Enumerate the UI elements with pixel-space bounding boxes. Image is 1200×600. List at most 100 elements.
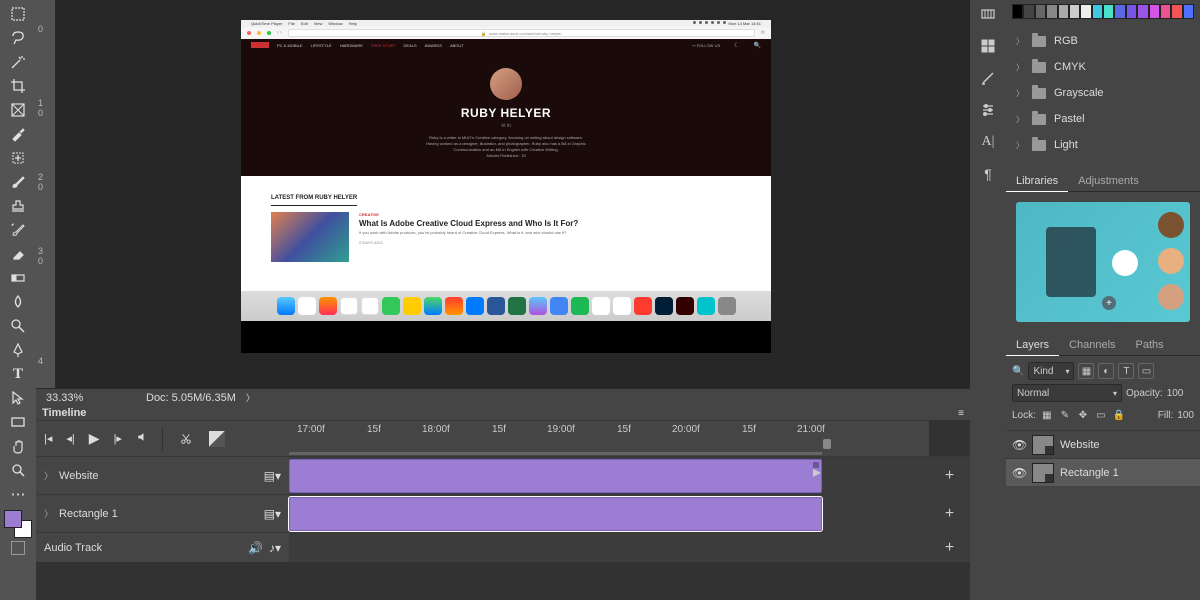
swatch-group[interactable]: 〉Pastel <box>1006 106 1200 132</box>
filter-adjust-icon[interactable]: ◐ <box>1098 363 1114 379</box>
swatch[interactable] <box>1103 4 1114 19</box>
expand-track-icon[interactable]: 〉 <box>44 469 53 482</box>
track-menu-icon[interactable]: ▤▾ <box>264 469 281 483</box>
expand-track-icon[interactable]: 〉 <box>44 507 53 520</box>
playhead[interactable] <box>823 439 831 449</box>
swatch[interactable] <box>1023 4 1034 19</box>
timeline-menu-icon[interactable]: ≡ <box>958 408 964 419</box>
video-clip[interactable] <box>289 497 822 531</box>
quick-mask-toggle[interactable] <box>4 538 32 558</box>
opacity-value[interactable]: 100 <box>1167 388 1184 399</box>
color-picker[interactable] <box>4 510 32 538</box>
tab-libraries[interactable]: Libraries <box>1006 171 1068 192</box>
eraser-tool[interactable] <box>4 242 32 266</box>
swatch[interactable] <box>1149 4 1160 19</box>
lock-artboard-icon[interactable]: ▭ <box>1094 408 1108 422</box>
swatch[interactable] <box>1171 4 1182 19</box>
swatch-group[interactable]: 〉CMYK <box>1006 54 1200 80</box>
add-audio-button[interactable]: + <box>929 533 970 562</box>
go-to-first-frame-button[interactable]: |◂ <box>44 432 52 445</box>
doc-info-chevron-icon[interactable]: 〉 <box>246 391 255 404</box>
wand-tool[interactable] <box>4 50 32 74</box>
timeline-ruler[interactable]: 17:00f 15f 18:00f 15f 19:00f 15f 20:00f … <box>289 420 929 456</box>
crop-tool[interactable] <box>4 74 32 98</box>
swatch[interactable] <box>1069 4 1080 19</box>
color-panel-icon[interactable] <box>978 4 998 24</box>
zoom-tool[interactable] <box>4 458 32 482</box>
library-thumbnail[interactable]: + <box>1016 202 1190 322</box>
swatch[interactable] <box>1183 4 1194 19</box>
search-icon[interactable]: 🔍 <box>1012 366 1024 377</box>
swatch[interactable] <box>1080 4 1091 19</box>
lasso-tool[interactable] <box>4 26 32 50</box>
transition-button[interactable] <box>209 431 225 447</box>
swatch-group[interactable]: 〉Grayscale <box>1006 80 1200 106</box>
audio-menu-icon[interactable]: ♪▾ <box>269 541 281 555</box>
filter-shape-icon[interactable]: ▭ <box>1138 363 1154 379</box>
swatch[interactable] <box>1160 4 1171 19</box>
swatch-group[interactable]: 〉RGB <box>1006 28 1200 54</box>
tab-layers[interactable]: Layers <box>1006 335 1059 356</box>
stamp-tool[interactable] <box>4 194 32 218</box>
layer-row[interactable]: 👁 Website <box>1006 430 1200 458</box>
swatch[interactable] <box>1035 4 1046 19</box>
more-tools[interactable]: ⋯ <box>4 482 32 506</box>
swatch[interactable] <box>1046 4 1057 19</box>
history-brush-tool[interactable] <box>4 218 32 242</box>
next-frame-button[interactable]: |▸ <box>114 432 122 445</box>
visibility-icon[interactable]: 👁 <box>1012 466 1026 480</box>
frame-tool[interactable] <box>4 98 32 122</box>
swatch[interactable] <box>1126 4 1137 19</box>
dodge-tool[interactable] <box>4 314 32 338</box>
eyedropper-tool[interactable] <box>4 122 32 146</box>
add-media-button[interactable]: + <box>929 495 970 532</box>
paragraph-panel-icon[interactable]: ¶ <box>978 164 998 184</box>
lock-position-icon[interactable]: ✥ <box>1076 408 1090 422</box>
brush-panel-icon[interactable] <box>978 68 998 88</box>
filter-type-icon[interactable]: T <box>1118 363 1134 379</box>
split-clip-button[interactable] <box>177 430 195 448</box>
mute-audio-button[interactable] <box>136 431 148 446</box>
swatch-group[interactable]: 〉Light <box>1006 132 1200 158</box>
tab-adjustments[interactable]: Adjustments <box>1068 171 1149 191</box>
lock-all-icon[interactable]: 🔒 <box>1112 408 1126 422</box>
layer-filter-kind[interactable]: Kind▾ <box>1028 362 1074 380</box>
layer-row[interactable]: 👁 Rectangle 1 <box>1006 458 1200 486</box>
add-media-button[interactable]: + <box>929 457 970 494</box>
layer-thumbnail[interactable] <box>1032 463 1054 483</box>
blend-mode-select[interactable]: Normal▾ <box>1012 384 1122 402</box>
tab-channels[interactable]: Channels <box>1059 335 1125 355</box>
lock-transparent-icon[interactable]: ▦ <box>1040 408 1054 422</box>
gradient-tool[interactable] <box>4 266 32 290</box>
video-clip[interactable]: ▸ <box>289 459 822 493</box>
swatch[interactable] <box>1114 4 1125 19</box>
canvas-area[interactable]: QuickTime Player FileEditViewWindowHelp … <box>56 0 970 388</box>
adjustments-panel-icon[interactable] <box>978 100 998 120</box>
pen-tool[interactable] <box>4 338 32 362</box>
rectangle-tool[interactable] <box>4 410 32 434</box>
character-panel-icon[interactable]: A| <box>978 132 998 152</box>
track-menu-icon[interactable]: ▤▾ <box>264 507 281 521</box>
swatch[interactable] <box>1058 4 1069 19</box>
audio-mute-icon[interactable]: 🔊 <box>248 541 263 555</box>
fill-value[interactable]: 100 <box>1177 410 1194 421</box>
swatches-panel-icon[interactable] <box>978 36 998 56</box>
layer-thumbnail[interactable] <box>1032 435 1054 455</box>
blur-tool[interactable] <box>4 290 32 314</box>
healing-tool[interactable] <box>4 146 32 170</box>
hand-tool[interactable] <box>4 434 32 458</box>
marquee-tool[interactable] <box>4 2 32 26</box>
zoom-level[interactable]: 33.33% <box>46 392 136 404</box>
filter-image-icon[interactable]: ▦ <box>1078 363 1094 379</box>
path-select-tool[interactable] <box>4 386 32 410</box>
visibility-icon[interactable]: 👁 <box>1012 438 1026 452</box>
play-button[interactable]: ▶ <box>89 430 100 447</box>
lock-image-icon[interactable]: ✎ <box>1058 408 1072 422</box>
swatch[interactable] <box>1137 4 1148 19</box>
brush-tool[interactable] <box>4 170 32 194</box>
swatch[interactable] <box>1012 4 1023 19</box>
type-tool[interactable]: T <box>4 362 32 386</box>
tab-paths[interactable]: Paths <box>1126 335 1174 355</box>
previous-frame-button[interactable]: ◂| <box>66 432 74 445</box>
swatch[interactable] <box>1092 4 1103 19</box>
